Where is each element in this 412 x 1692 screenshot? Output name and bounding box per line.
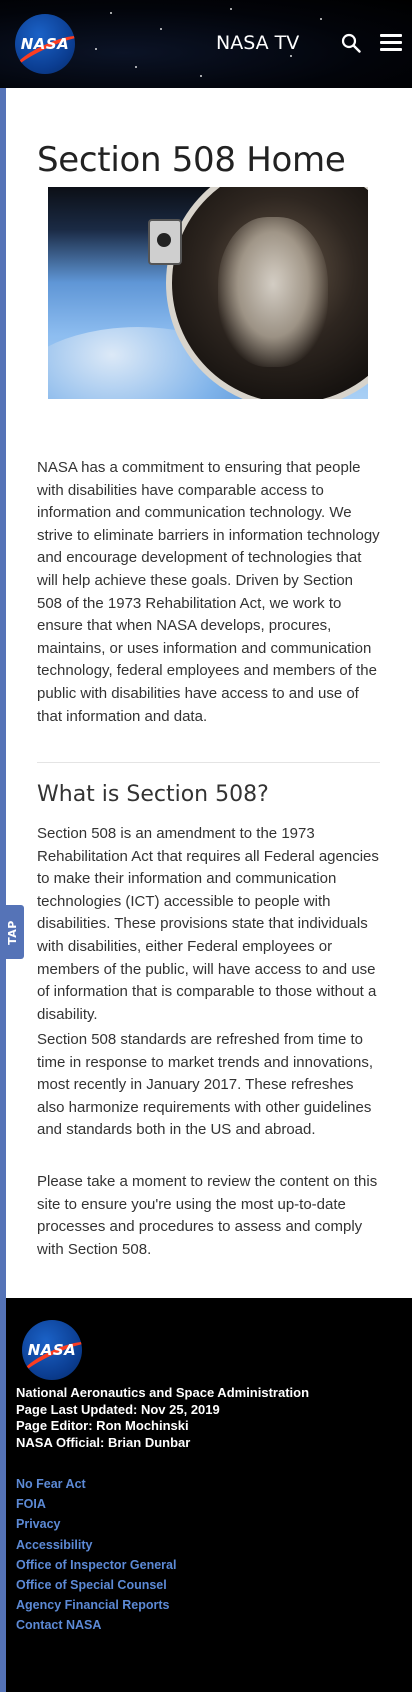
page-title: Section 508 Home <box>37 140 346 180</box>
footer-link-item: No Fear Act <box>16 1474 176 1494</box>
accessibility-link[interactable]: Accessibility <box>16 1538 92 1552</box>
footer-link-item: Contact NASA <box>16 1615 176 1635</box>
footer-link-item: Privacy <box>16 1514 176 1534</box>
footer-links: No Fear Act FOIA Privacy Accessibility O… <box>16 1474 176 1636</box>
star-decoration <box>230 8 232 10</box>
body-paragraph: Section 508 is an amendment to the 1973 … <box>37 825 379 1023</box>
intro-paragraph: NASA has a commitment to ensuring that p… <box>37 459 380 725</box>
star-decoration <box>110 12 112 14</box>
body-paragraph: Please take a moment to review the conte… <box>37 1173 378 1258</box>
nasa-logo-text: NASA <box>20 35 70 53</box>
search-icon[interactable] <box>341 33 361 53</box>
footer-info: National Aeronautics and Space Administr… <box>16 1385 309 1451</box>
accent-bar <box>0 88 6 1298</box>
site-footer: NASA National Aeronautics and Space Admi… <box>0 1298 412 1692</box>
footer-link-item: Office of Inspector General <box>16 1555 176 1575</box>
tap-feedback-tab[interactable]: TAP <box>0 905 24 959</box>
body-paragraph: Section 508 standards are refreshed from… <box>37 1031 374 1139</box>
main-content: Section 508 Home NASA has a commitment t… <box>0 88 412 1298</box>
contact-nasa-link[interactable]: Contact NASA <box>16 1618 101 1632</box>
footer-link-item: Agency Financial Reports <box>16 1595 176 1615</box>
nasa-tv-link[interactable]: NASA TV <box>216 32 299 54</box>
tap-label: TAP <box>5 919 19 945</box>
financial-reports-link[interactable]: Agency Financial Reports <box>16 1598 170 1612</box>
star-decoration <box>290 55 292 57</box>
last-updated: Page Last Updated: Nov 25, 2019 <box>16 1401 220 1417</box>
agency-name: National Aeronautics and Space Administr… <box>16 1385 310 1400</box>
no-fear-act-link[interactable]: No Fear Act <box>16 1477 86 1491</box>
section-heading: What is Section 508? <box>37 782 269 807</box>
nasa-logo-text: NASA <box>27 1341 77 1359</box>
footer-nasa-logo[interactable]: NASA <box>22 1320 82 1380</box>
star-decoration <box>135 66 137 68</box>
privacy-link[interactable]: Privacy <box>16 1517 60 1531</box>
hero-image <box>48 187 368 399</box>
accent-bar <box>0 1298 6 1692</box>
star-decoration <box>200 75 202 77</box>
footer-link-item: Accessibility <box>16 1535 176 1555</box>
footer-link-item: FOIA <box>16 1494 176 1514</box>
menu-icon[interactable] <box>380 34 402 52</box>
footer-link-item: Office of Special Counsel <box>16 1575 176 1595</box>
inspector-general-link[interactable]: Office of Inspector General <box>16 1558 176 1572</box>
foia-link[interactable]: FOIA <box>16 1497 46 1511</box>
special-counsel-link[interactable]: Office of Special Counsel <box>16 1578 167 1592</box>
nasa-logo-link[interactable]: NASA <box>15 14 75 74</box>
nasa-official: NASA Official: Brian Dunbar <box>16 1434 191 1450</box>
site-header: NASA NASA TV <box>0 0 412 88</box>
star-decoration <box>320 18 322 20</box>
page-editor: Page Editor: Ron Mochinski <box>16 1418 189 1433</box>
section-divider <box>37 762 380 763</box>
star-decoration <box>95 48 97 50</box>
star-decoration <box>160 28 162 30</box>
